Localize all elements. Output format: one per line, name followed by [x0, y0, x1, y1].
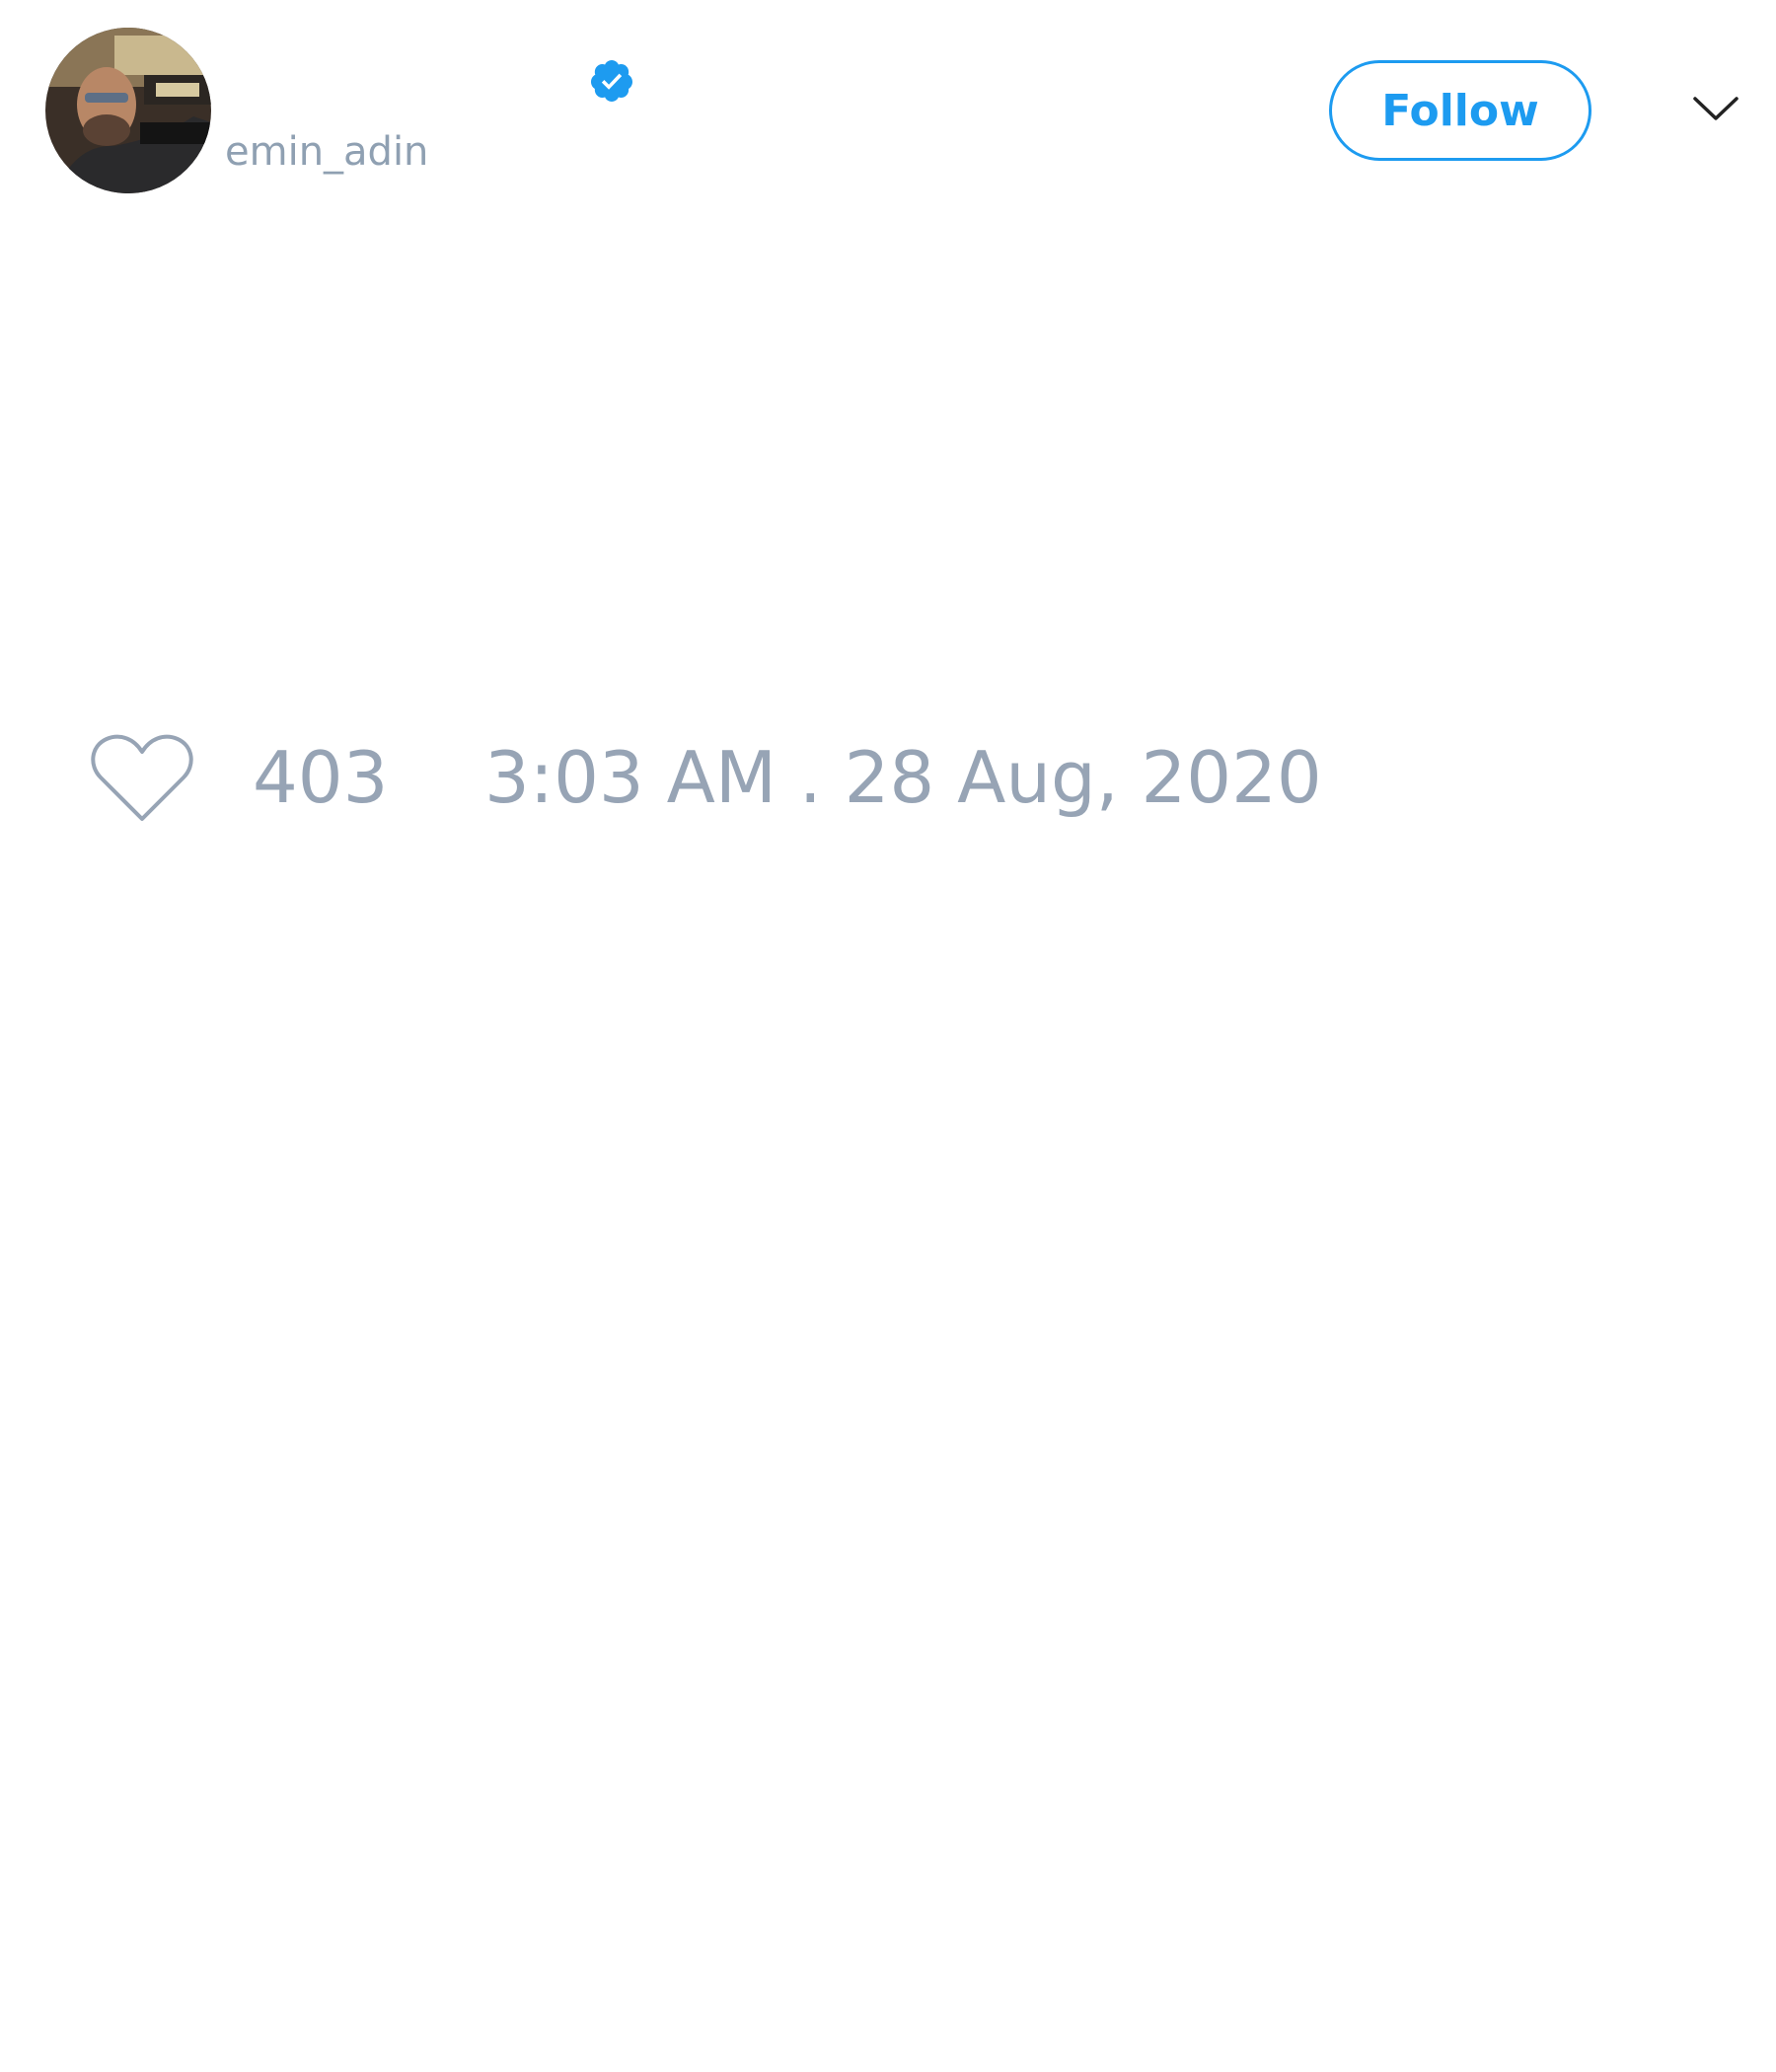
heart-icon[interactable] — [89, 732, 195, 825]
chevron-down-icon[interactable] — [1691, 91, 1740, 126]
avatar[interactable] — [45, 28, 211, 193]
tweet-timestamp[interactable]: 3:03 AM . 28 Aug, 2020 — [484, 738, 1322, 817]
avatar-photo — [45, 28, 211, 193]
like-count: 403 — [253, 736, 389, 819]
follow-button[interactable]: Follow — [1329, 60, 1591, 161]
author-handle[interactable]: emin_adin — [225, 126, 428, 178]
verified-badge-icon — [590, 60, 632, 102]
tweet-card: emin_adin Follow 403 3:03 AM . 28 Aug, 2… — [0, 0, 1776, 2072]
